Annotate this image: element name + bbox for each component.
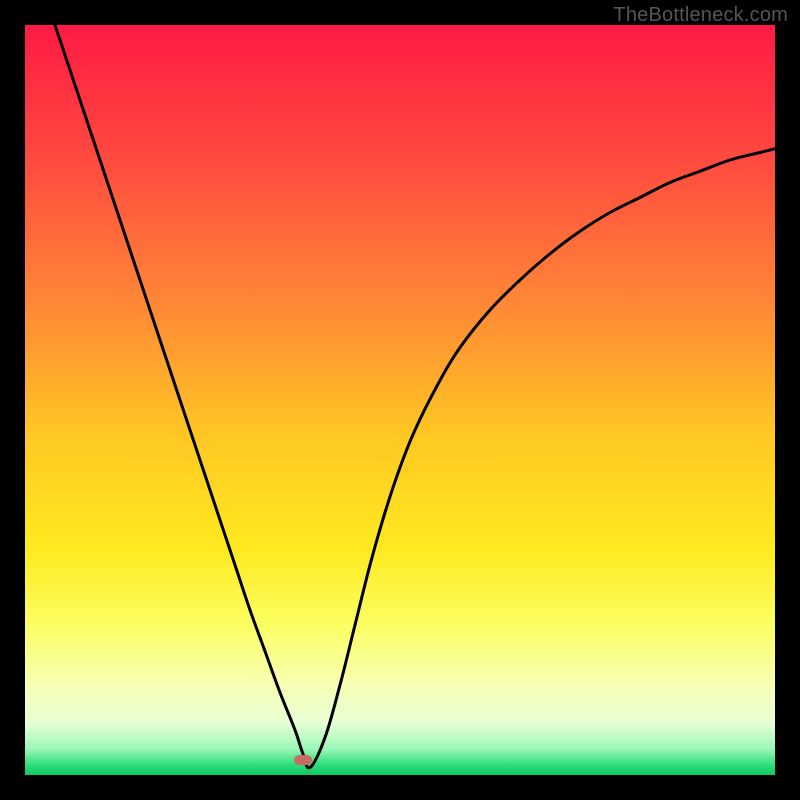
- watermark-text: TheBottleneck.com: [613, 4, 788, 27]
- bottleneck-curve: [25, 25, 775, 775]
- plot-area: [25, 25, 775, 775]
- chart-frame: TheBottleneck.com: [0, 0, 800, 800]
- minimum-marker: [294, 755, 312, 765]
